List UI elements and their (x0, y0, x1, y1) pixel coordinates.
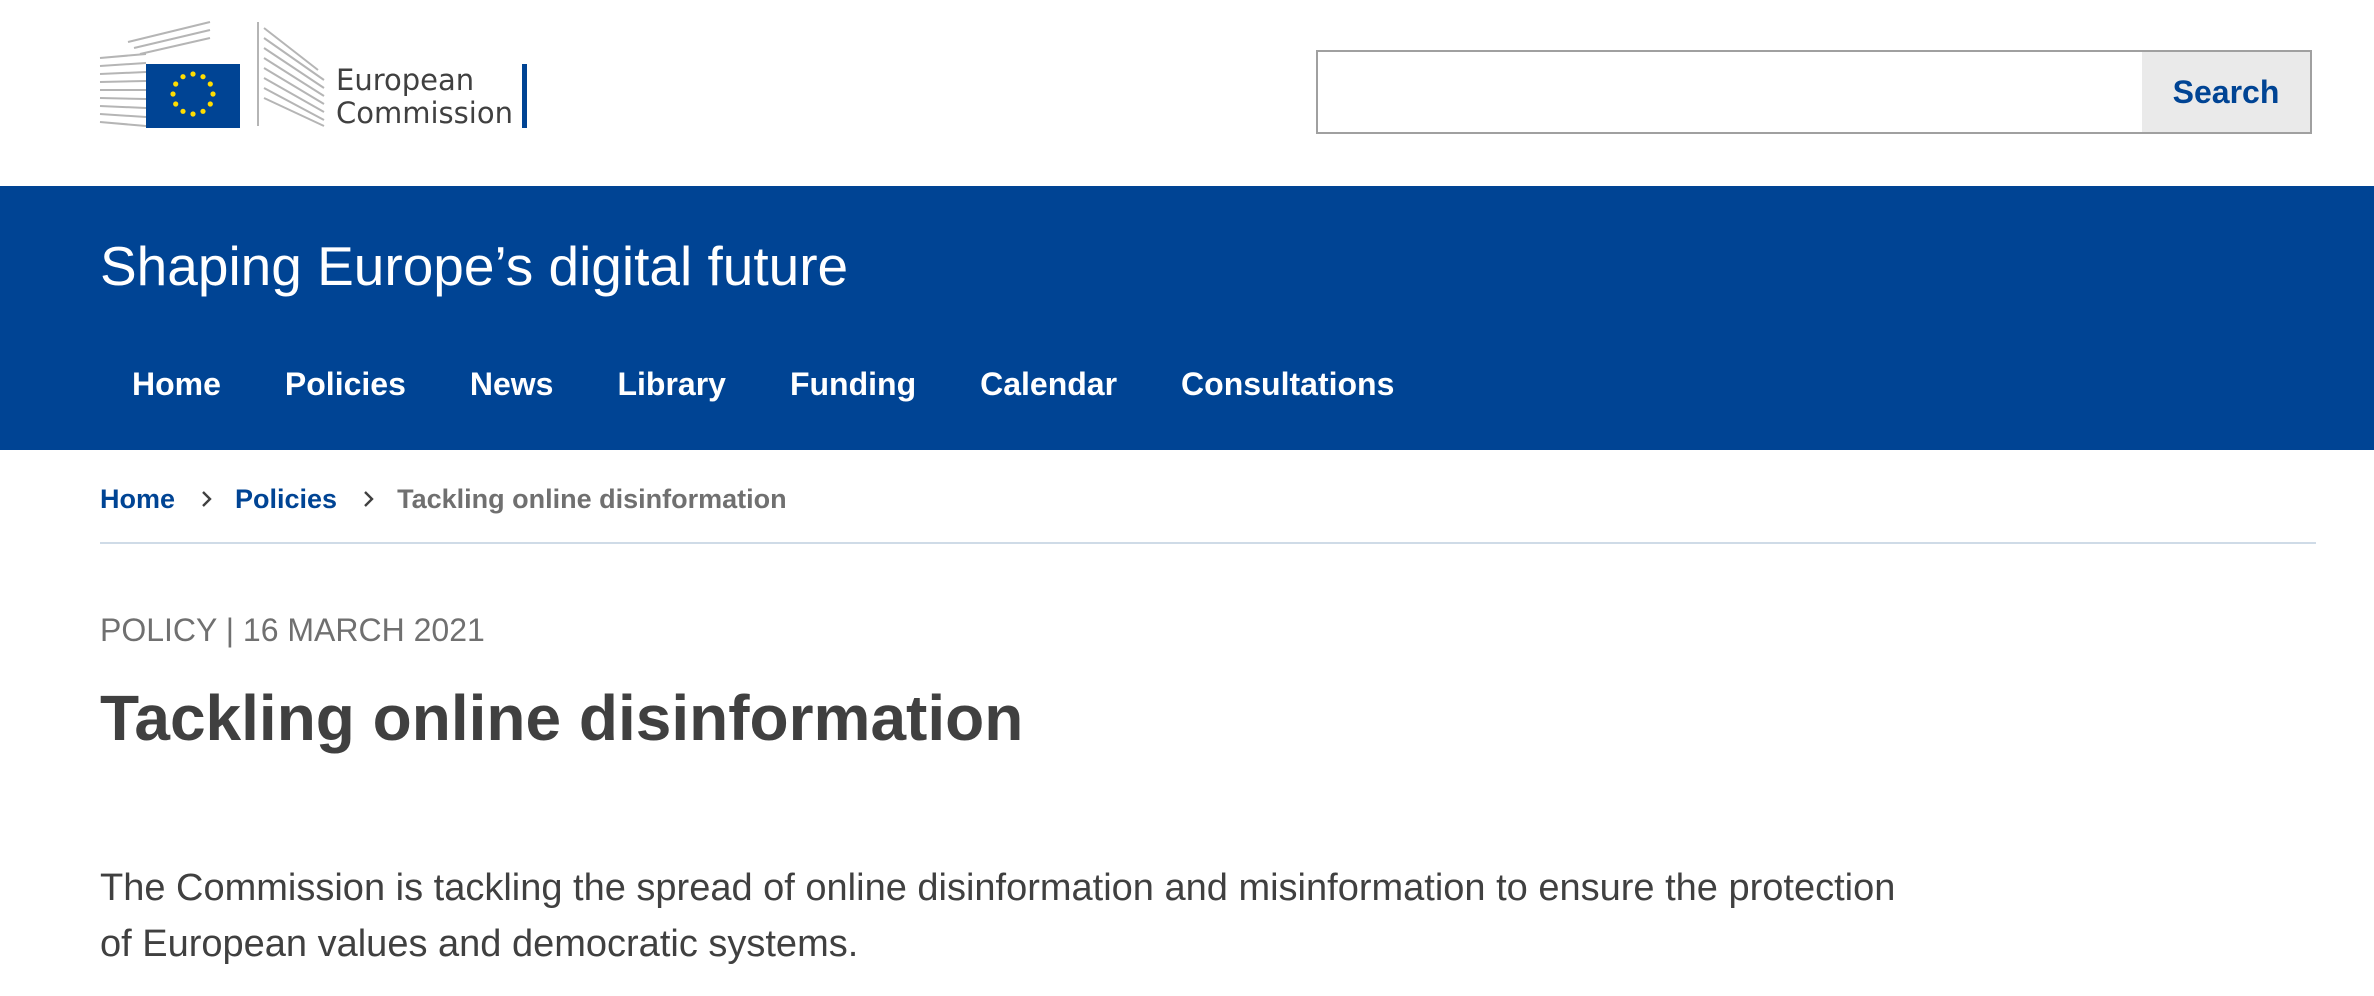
intro-paragraph: The Commission is tackling the spread of… (100, 867, 1896, 965)
breadcrumb-current: Tackling online disinformation (397, 484, 787, 514)
nav-item-news[interactable]: News (438, 364, 586, 404)
nav-item-policies[interactable]: Policies (253, 364, 438, 404)
nav-item-funding[interactable]: Funding (758, 364, 948, 404)
main-nav: Home Policies News Library Funding Calen… (100, 364, 1426, 404)
european-commission-logo[interactable]: European Commission (98, 18, 530, 132)
top-header: European Commission Search (0, 0, 2374, 186)
logo-line-1: European (336, 63, 475, 97)
breadcrumb-divider (100, 542, 2316, 544)
nav-item-library[interactable]: Library (585, 364, 757, 404)
page-title: Tackling online disinformation (100, 682, 1024, 754)
nav-item-calendar[interactable]: Calendar (948, 364, 1149, 404)
search-input[interactable] (1318, 52, 2142, 132)
chevron-right-icon (202, 491, 212, 507)
chevron-right-icon (364, 491, 374, 507)
site-title[interactable]: Shaping Europe’s digital future (100, 234, 848, 298)
content-meta: POLICY | 16 MARCH 2021 (100, 612, 485, 648)
nav-item-consultations[interactable]: Consultations (1149, 364, 1426, 404)
ec-logo-emblem (99, 21, 325, 128)
logo-text: European Commission (336, 64, 513, 130)
logo-line-2: Commission (336, 96, 513, 130)
logo-divider (522, 64, 527, 128)
site-banner: Shaping Europe’s digital future Home Pol… (0, 186, 2374, 450)
breadcrumb: Home Policies Tackling online disinforma… (100, 482, 787, 516)
nav-item-home[interactable]: Home (100, 364, 253, 404)
search-button[interactable]: Search (2142, 52, 2310, 132)
breadcrumb-policies[interactable]: Policies (235, 482, 337, 516)
breadcrumb-home[interactable]: Home (100, 482, 175, 516)
search-form: Search (1316, 50, 2312, 134)
